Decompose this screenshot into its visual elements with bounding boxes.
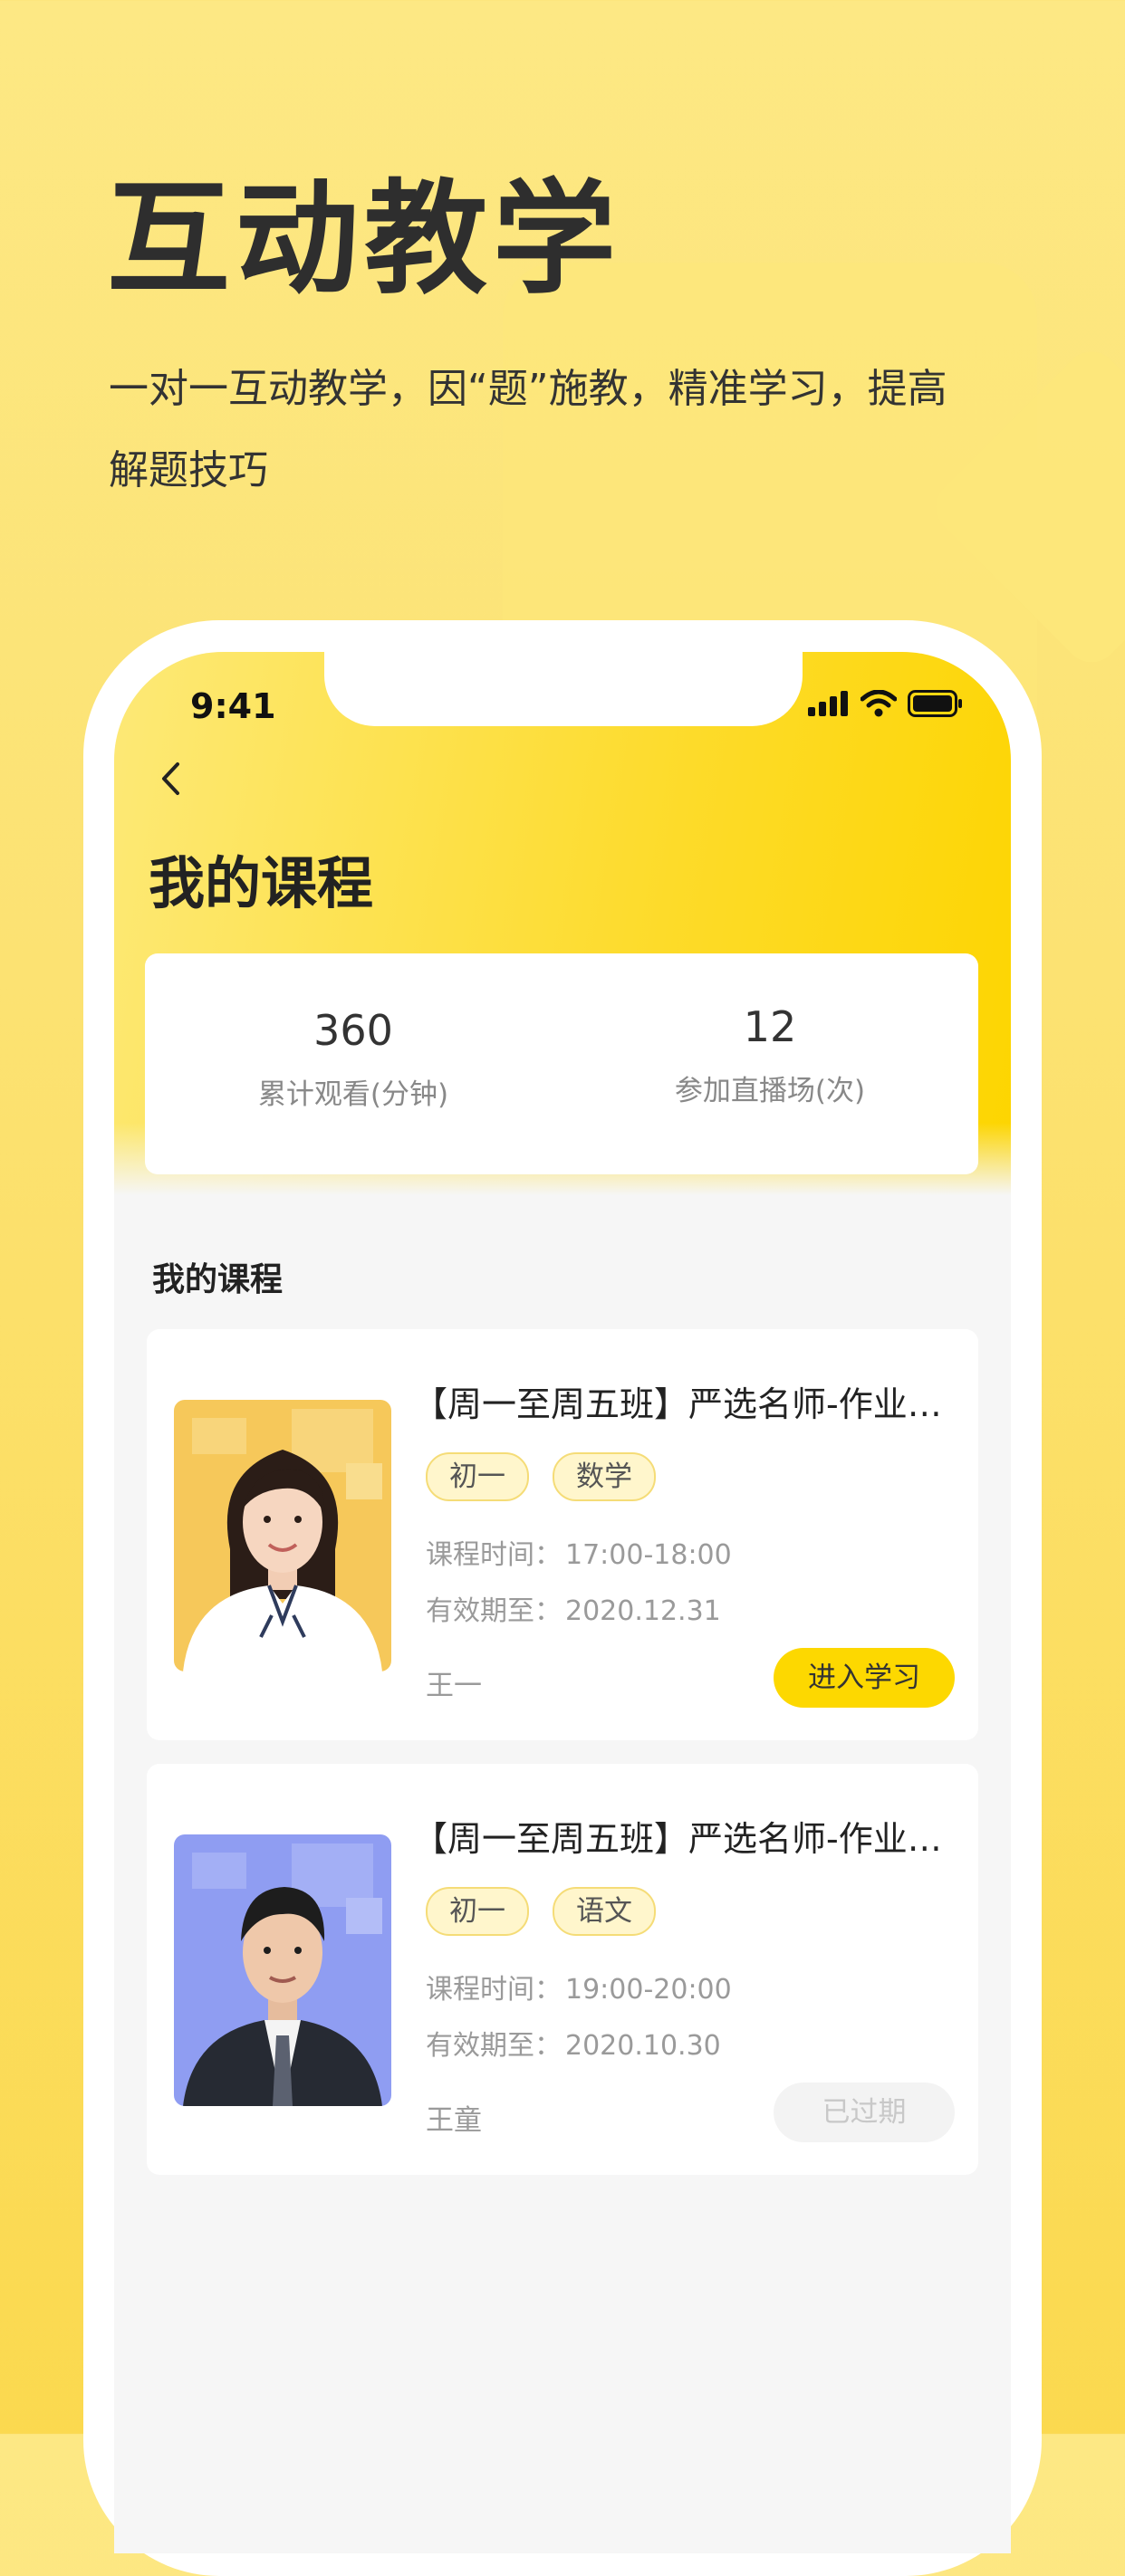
teacher-photo: [174, 1834, 391, 2106]
course-time-value: 19:00-20:00: [565, 1974, 732, 2006]
course-tags: 初一 数学: [426, 1452, 656, 1501]
enter-study-button[interactable]: 进入学习: [774, 1648, 955, 1708]
tag-grade: 初一: [426, 1452, 529, 1501]
course-time-label: 课程时间：: [426, 1974, 562, 2006]
course-time: 课程时间： 19:00-20:00: [426, 1967, 732, 2006]
course-tags: 初一 语文: [426, 1887, 656, 1936]
course-title: 【周一至周五班】严选名师-作业…: [413, 1384, 942, 1424]
status-time: 9:41: [190, 686, 276, 726]
page-title: 我的课程: [149, 850, 374, 916]
course-card[interactable]: 【周一至周五班】严选名师-作业… 初一 语文 课程时间： 19:00-20:00 …: [147, 1764, 978, 2175]
teacher-photo: [174, 1400, 391, 1671]
teacher-name: 王童: [426, 2104, 482, 2137]
battery-icon: [908, 690, 962, 717]
promo-subline: 一对一互动教学，因“题”施教，精准学习，提高解题技巧: [109, 366, 947, 493]
course-card[interactable]: 【周一至周五班】严选名师-作业… 初一 数学 课程时间： 17:00-18:00 …: [147, 1329, 978, 1740]
tag-subject: 语文: [553, 1887, 656, 1936]
promo-headline: 互动教学: [107, 168, 621, 311]
course-validity-value: 2020.12.31: [565, 1595, 721, 1627]
phone-screen: 9:41 我的课程 360 累计观看(分钟) 12 参加直播场(次) 我的课程 …: [114, 652, 1011, 2553]
stats-card: 360 累计观看(分钟) 12 参加直播场(次): [145, 953, 978, 1174]
course-validity: 有效期至： 2020.12.31: [426, 1588, 721, 1628]
status-icons: [808, 690, 964, 717]
section-title: 我的课程: [152, 1261, 284, 1298]
stat-label: 累计观看(分钟): [257, 1078, 449, 1111]
stat-value: 360: [313, 1006, 393, 1055]
course-time-value: 17:00-18:00: [565, 1539, 732, 1571]
tag-grade: 初一: [426, 1887, 529, 1936]
course-validity-value: 2020.10.30: [565, 2030, 721, 2062]
stat-label: 参加直播场(次): [674, 1075, 866, 1107]
teacher-name: 王一: [426, 1670, 482, 1702]
expired-button[interactable]: 已过期: [774, 2083, 955, 2142]
stat-live-sessions: 12 参加直播场(次): [562, 953, 978, 1174]
stat-value: 12: [743, 1002, 797, 1051]
chevron-left-icon: [162, 762, 179, 795]
course-time: 课程时间： 17:00-18:00: [426, 1532, 732, 1572]
tag-subject: 数学: [553, 1452, 656, 1501]
course-title: 【周一至周五班】严选名师-作业…: [413, 1819, 942, 1859]
back-button[interactable]: [145, 753, 196, 804]
course-validity-label: 有效期至：: [426, 1595, 562, 1627]
signal-icon: [808, 691, 848, 716]
course-time-label: 课程时间：: [426, 1539, 562, 1571]
course-validity: 有效期至： 2020.10.30: [426, 2023, 721, 2063]
phone-notch: [324, 652, 803, 726]
stat-watch-minutes: 360 累计观看(分钟): [145, 953, 562, 1174]
course-validity-label: 有效期至：: [426, 2030, 562, 2062]
wifi-icon: [861, 690, 897, 717]
